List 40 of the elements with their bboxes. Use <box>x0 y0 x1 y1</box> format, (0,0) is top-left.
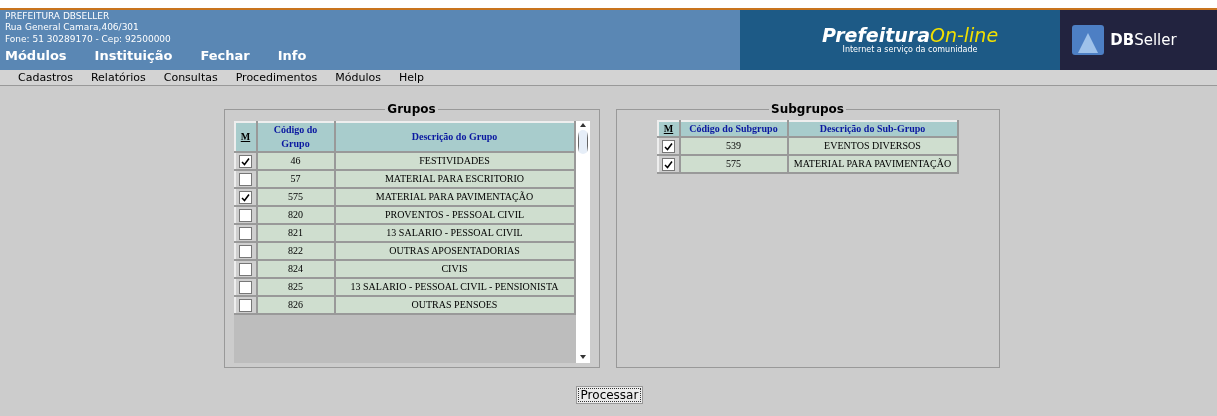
column-header: Descrição do Grupo <box>334 122 575 152</box>
process-button[interactable]: Processar <box>575 386 644 404</box>
top-menu-item[interactable]: Fechar <box>200 48 250 64</box>
checkbox[interactable] <box>239 227 252 241</box>
column-header: Código do Grupo <box>256 122 335 152</box>
menu-item[interactable]: Procedimentos <box>235 70 318 85</box>
menu-item[interactable]: Consultas <box>163 70 218 85</box>
checkbox[interactable] <box>239 299 252 313</box>
scroll-down-icon[interactable] <box>578 353 587 361</box>
checkbox[interactable] <box>662 140 675 154</box>
brand-suffix: On-line <box>929 25 999 45</box>
checkbox[interactable] <box>239 191 252 205</box>
column-header: M <box>657 121 680 137</box>
menu-item[interactable]: Help <box>398 70 424 85</box>
scroll-thumb[interactable] <box>577 130 588 154</box>
top-menu-item[interactable]: Info <box>277 48 307 64</box>
brand-tagline: Internet a serviço da comunidade <box>842 45 978 55</box>
cube-logo-icon <box>1070 23 1107 57</box>
vendor-logo-text: DBSeller <box>1110 29 1177 51</box>
address: Rua General Camara,406/301 <box>5 22 140 33</box>
menu-item[interactable]: Cadastros <box>18 70 73 85</box>
checkbox[interactable] <box>239 245 252 259</box>
top-menu-item[interactable]: Módulos <box>5 48 67 64</box>
section-title: Subgrupos <box>770 101 845 118</box>
menu-item[interactable]: Módulos <box>335 70 381 85</box>
checkbox[interactable] <box>239 155 252 169</box>
column-header: M <box>234 122 257 152</box>
checkbox[interactable] <box>239 263 252 277</box>
brand-title: Prefeitura <box>821 25 930 45</box>
checkbox[interactable] <box>239 209 252 223</box>
column-header: Código do Subgrupo <box>679 121 788 137</box>
section-title: Grupos <box>386 101 437 118</box>
org-name: PREFEITURA DBSELLER <box>5 11 111 22</box>
checkbox[interactable] <box>239 281 252 295</box>
top-menu-item[interactable]: Instituição <box>94 48 173 64</box>
contact-info: Fone: 51 30289170 - Cep: 92500000 <box>5 33 172 45</box>
menu-item[interactable]: Relatórios <box>90 70 146 85</box>
column-header: Descrição do Sub-Grupo <box>787 121 958 137</box>
checkbox[interactable] <box>239 173 252 187</box>
checkbox[interactable] <box>662 158 675 172</box>
